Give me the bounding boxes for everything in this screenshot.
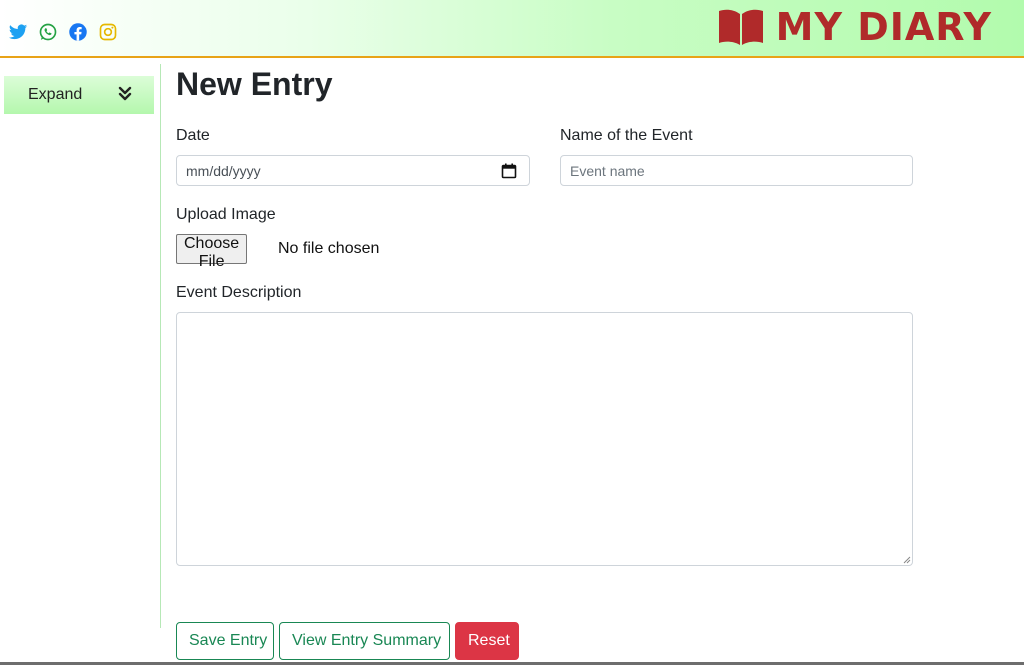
event-description-textarea[interactable] xyxy=(176,312,913,566)
social-links xyxy=(8,22,118,42)
reset-button[interactable]: Reset xyxy=(455,622,519,660)
date-label: Date xyxy=(176,127,210,144)
expand-label: Expand xyxy=(28,86,83,103)
top-header: MY DIARY xyxy=(0,0,1024,58)
page-title: New Entry xyxy=(176,66,333,102)
expand-button[interactable]: Expand xyxy=(4,76,154,114)
whatsapp-icon[interactable] xyxy=(38,22,58,42)
instagram-icon[interactable] xyxy=(98,22,118,42)
event-name-label: Name of the Event xyxy=(560,127,693,144)
date-format-text: mm/dd/yyyy xyxy=(186,162,261,179)
facebook-icon[interactable] xyxy=(68,22,88,42)
save-entry-button[interactable]: Save Entry xyxy=(176,622,274,660)
event-description-label: Event Description xyxy=(176,284,302,301)
sidebar: Expand xyxy=(0,64,161,628)
file-status-text: No file chosen xyxy=(278,240,380,257)
date-input[interactable]: mm/dd/yyyy xyxy=(176,155,530,186)
calendar-icon[interactable] xyxy=(501,163,517,179)
open-book-icon xyxy=(718,9,763,45)
brand-title: MY DIARY xyxy=(775,5,992,49)
chevron-double-down-icon xyxy=(118,86,132,101)
twitter-icon[interactable] xyxy=(8,22,28,42)
view-entry-summary-button[interactable]: View Entry Summary xyxy=(279,622,450,660)
upload-image-label: Upload Image xyxy=(176,206,276,223)
brand[interactable]: MY DIARY xyxy=(718,5,992,49)
choose-file-button[interactable]: Choose File xyxy=(176,234,248,270)
event-name-input[interactable] xyxy=(560,155,913,186)
resize-grip-icon[interactable] xyxy=(901,554,911,564)
